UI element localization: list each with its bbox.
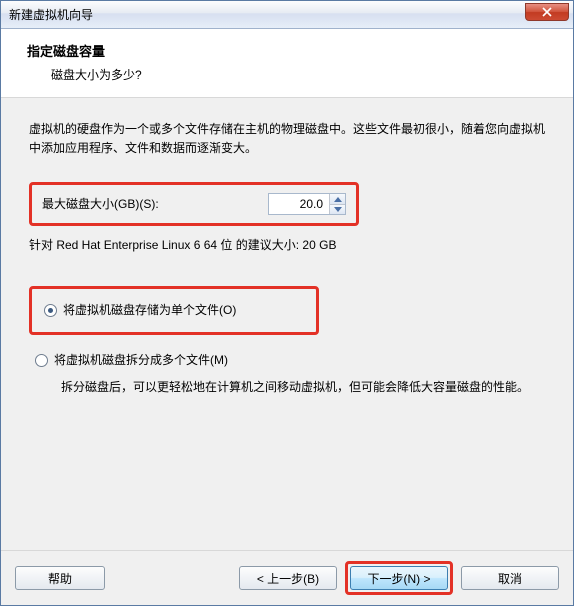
radio-single-file[interactable]: 将虚拟机磁盘存储为单个文件(O) bbox=[38, 297, 310, 324]
page-subtitle: 磁盘大小为多少? bbox=[21, 66, 553, 83]
disk-size-input[interactable] bbox=[269, 194, 329, 214]
page-title: 指定磁盘容量 bbox=[21, 41, 553, 60]
disk-size-label: 最大磁盘大小(GB)(S): bbox=[42, 195, 159, 214]
radio-split-label: 将虚拟机磁盘拆分成多个文件(M) bbox=[54, 351, 228, 370]
wizard-window: 新建虚拟机向导 指定磁盘容量 磁盘大小为多少? 虚拟机的硬盘作为一个或多个文件存… bbox=[0, 0, 574, 606]
radio-icon bbox=[35, 354, 48, 367]
radio-icon bbox=[44, 304, 57, 317]
wizard-header: 指定磁盘容量 磁盘大小为多少? bbox=[1, 29, 573, 98]
spinner-down-button[interactable] bbox=[330, 204, 345, 215]
spinner-up-button[interactable] bbox=[330, 194, 345, 204]
wizard-content: 虚拟机的硬盘作为一个或多个文件存储在主机的物理磁盘中。这些文件最初很小，随着您向… bbox=[1, 98, 573, 550]
radio-split-files[interactable]: 将虚拟机磁盘拆分成多个文件(M) bbox=[29, 347, 545, 374]
next-button-highlight: 下一步(N) > bbox=[345, 561, 453, 595]
disk-size-spinner[interactable] bbox=[268, 193, 346, 215]
split-description: 拆分磁盘后，可以更轻松地在计算机之间移动虚拟机，但可能会降低大容量磁盘的性能。 bbox=[29, 374, 545, 397]
wizard-footer: 帮助 < 上一步(B) 下一步(N) > 取消 bbox=[1, 550, 573, 605]
titlebar: 新建虚拟机向导 bbox=[1, 1, 573, 29]
help-button[interactable]: 帮助 bbox=[15, 566, 105, 590]
suggestion-text: 针对 Red Hat Enterprise Linux 6 64 位 的建议大小… bbox=[29, 236, 545, 255]
disk-size-row: 最大磁盘大小(GB)(S): bbox=[29, 182, 359, 226]
spinner-buttons bbox=[329, 194, 345, 214]
radio-split-block: 将虚拟机磁盘拆分成多个文件(M) 拆分磁盘后，可以更轻松地在计算机之间移动虚拟机… bbox=[29, 347, 545, 397]
close-button[interactable] bbox=[525, 3, 569, 21]
description-text: 虚拟机的硬盘作为一个或多个文件存储在主机的物理磁盘中。这些文件最初很小，随着您向… bbox=[29, 120, 545, 158]
chevron-up-icon bbox=[334, 197, 342, 202]
close-icon bbox=[542, 7, 552, 17]
radio-single-label: 将虚拟机磁盘存储为单个文件(O) bbox=[63, 301, 236, 320]
radio-single-block: 将虚拟机磁盘存储为单个文件(O) bbox=[29, 286, 319, 335]
cancel-button[interactable]: 取消 bbox=[461, 566, 559, 590]
window-title: 新建虚拟机向导 bbox=[9, 6, 93, 23]
next-button[interactable]: 下一步(N) > bbox=[350, 566, 448, 590]
back-button[interactable]: < 上一步(B) bbox=[239, 566, 337, 590]
chevron-down-icon bbox=[334, 207, 342, 212]
